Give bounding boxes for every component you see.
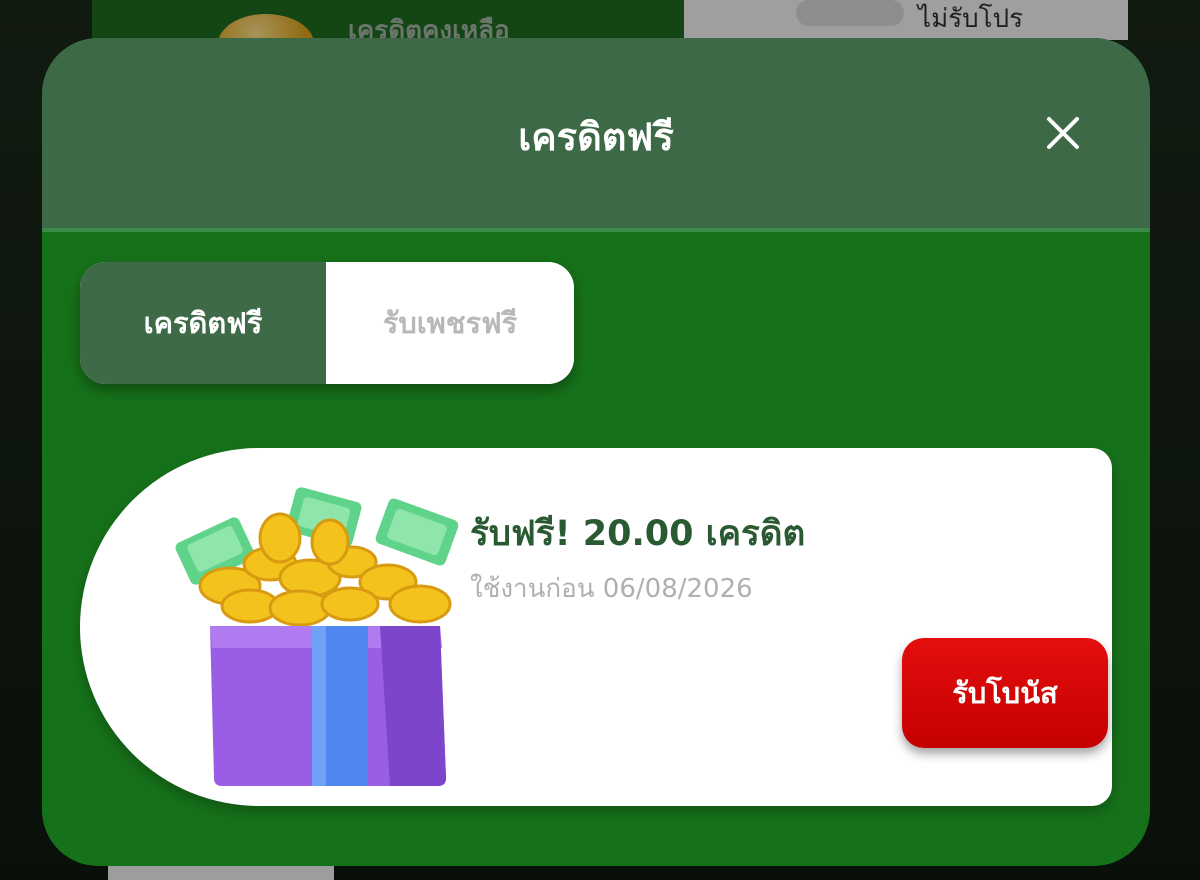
tab-free-credit[interactable]: เครดิตฟรี bbox=[80, 262, 326, 384]
free-credit-modal: เครดิตฟรี เครดิตฟรี รับเพชรฟรี รับฟรี! 2… bbox=[42, 38, 1150, 866]
offer-title: รับฟรี! 20.00 เครดิต bbox=[470, 514, 806, 554]
gift-box-coins-icon bbox=[170, 478, 470, 788]
claim-bonus-button[interactable]: รับโบนัส bbox=[902, 638, 1108, 748]
modal-header: เครดิตฟรี bbox=[42, 38, 1150, 232]
offer-expiry: ใช้งานก่อน 06/08/2026 bbox=[470, 574, 753, 604]
close-icon[interactable] bbox=[1040, 110, 1086, 156]
tab-free-diamonds[interactable]: รับเพชรฟรี bbox=[326, 262, 574, 384]
bonus-offer-card: รับฟรี! 20.00 เครดิต ใช้งานก่อน 06/08/20… bbox=[80, 448, 1112, 806]
tab-bar: เครดิตฟรี รับเพชรฟรี bbox=[80, 262, 574, 384]
modal-title: เครดิตฟรี bbox=[518, 115, 674, 159]
